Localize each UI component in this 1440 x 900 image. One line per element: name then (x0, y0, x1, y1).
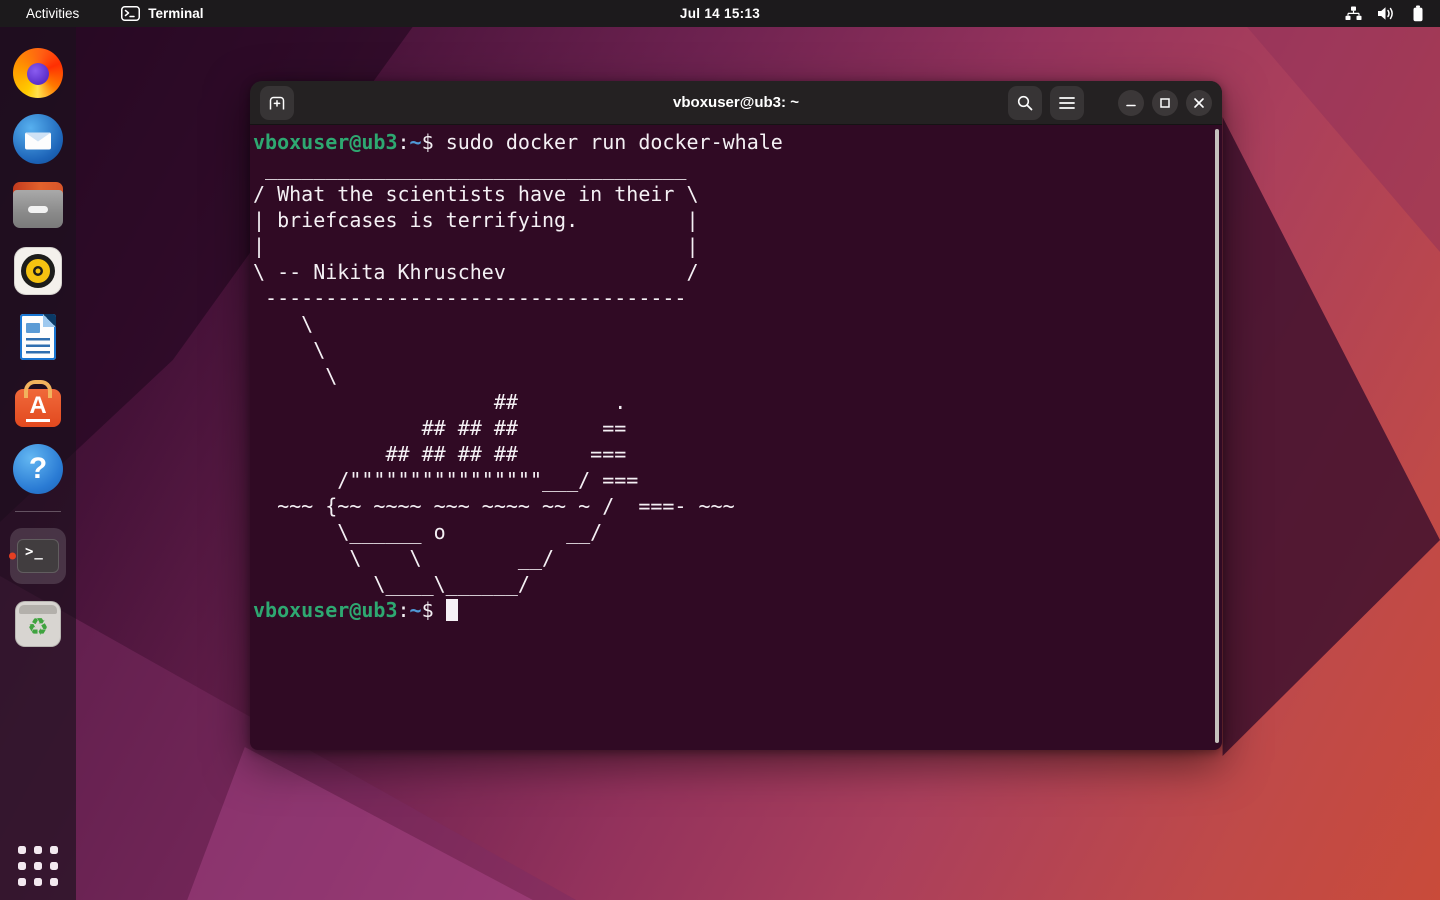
prompt-path: ~ (410, 598, 422, 622)
close-icon (1193, 97, 1205, 109)
dock-item-firefox[interactable] (10, 47, 66, 99)
prompt-user-host: vboxuser@ub3 (253, 130, 398, 154)
menu-button[interactable] (1050, 86, 1084, 120)
command-output-ascii: ___________________________________ / Wh… (253, 156, 735, 596)
thunderbird-icon (13, 114, 63, 164)
dock-separator (15, 511, 61, 512)
dock-item-help[interactable]: ? (10, 443, 66, 495)
maximize-icon (1159, 97, 1171, 109)
search-button[interactable] (1008, 86, 1042, 120)
dock-item-files[interactable] (10, 179, 66, 231)
terminal-app-icon (121, 6, 140, 21)
dock-item-terminal[interactable]: >_ (10, 528, 66, 584)
terminal-cursor (446, 599, 458, 621)
dock-item-thunderbird[interactable] (10, 113, 66, 165)
new-tab-button[interactable] (260, 86, 294, 120)
rhythmbox-icon (14, 247, 62, 295)
files-icon (13, 188, 63, 228)
help-icon: ? (13, 444, 63, 494)
terminal-window: vboxuser@ub3: ~ (250, 81, 1222, 750)
dock: A ? >_ ♻ (0, 27, 76, 900)
prompt-line: vboxuser@ub3:~$ sudo docker run docker-w… (253, 130, 783, 154)
minimize-icon (1125, 97, 1137, 109)
ubuntu-software-icon: A (15, 389, 61, 427)
focused-app-name: Terminal (148, 6, 203, 21)
prompt-user-host: vboxuser@ub3 (253, 598, 398, 622)
show-apps-grid-icon[interactable] (18, 846, 58, 886)
command-text: sudo docker run docker-whale (446, 130, 783, 154)
minimize-button[interactable] (1118, 90, 1144, 116)
new-tab-icon (268, 95, 286, 111)
scrollbar-thumb[interactable] (1215, 129, 1219, 743)
dock-item-rhythmbox[interactable] (10, 245, 66, 297)
maximize-button[interactable] (1152, 90, 1178, 116)
dock-item-trash[interactable]: ♻ (10, 598, 66, 650)
libreoffice-writer-icon (20, 314, 56, 360)
window-title: vboxuser@ub3: ~ (673, 94, 799, 111)
activities-button[interactable]: Activities (20, 4, 85, 23)
focused-app-menu[interactable]: Terminal (121, 6, 203, 21)
battery-icon (1412, 5, 1424, 22)
top-bar: Activities Terminal Jul 14 15:13 (0, 0, 1440, 27)
terminal-body[interactable]: vboxuser@ub3:~$ sudo docker run docker-w… (250, 125, 1222, 750)
network-wired-icon (1345, 6, 1362, 21)
search-icon (1016, 94, 1034, 112)
dock-item-ubuntu-software[interactable]: A (10, 377, 66, 429)
prompt-line-current: vboxuser@ub3:~$ (253, 598, 458, 622)
window-headerbar[interactable]: vboxuser@ub3: ~ (250, 81, 1222, 125)
volume-icon (1378, 6, 1396, 21)
dock-item-libreoffice-writer[interactable] (10, 311, 66, 363)
system-status-area[interactable] (1345, 5, 1440, 22)
terminal-screen[interactable]: vboxuser@ub3:~$ sudo docker run docker-w… (250, 125, 1222, 623)
firefox-icon (13, 48, 63, 98)
clock[interactable]: Jul 14 15:13 (670, 4, 770, 23)
prompt-path: ~ (410, 130, 422, 154)
running-indicator-dot (9, 553, 16, 560)
terminal-icon: >_ (17, 539, 59, 573)
trash-icon: ♻ (15, 601, 61, 647)
close-button[interactable] (1186, 90, 1212, 116)
menu-icon (1058, 96, 1076, 110)
